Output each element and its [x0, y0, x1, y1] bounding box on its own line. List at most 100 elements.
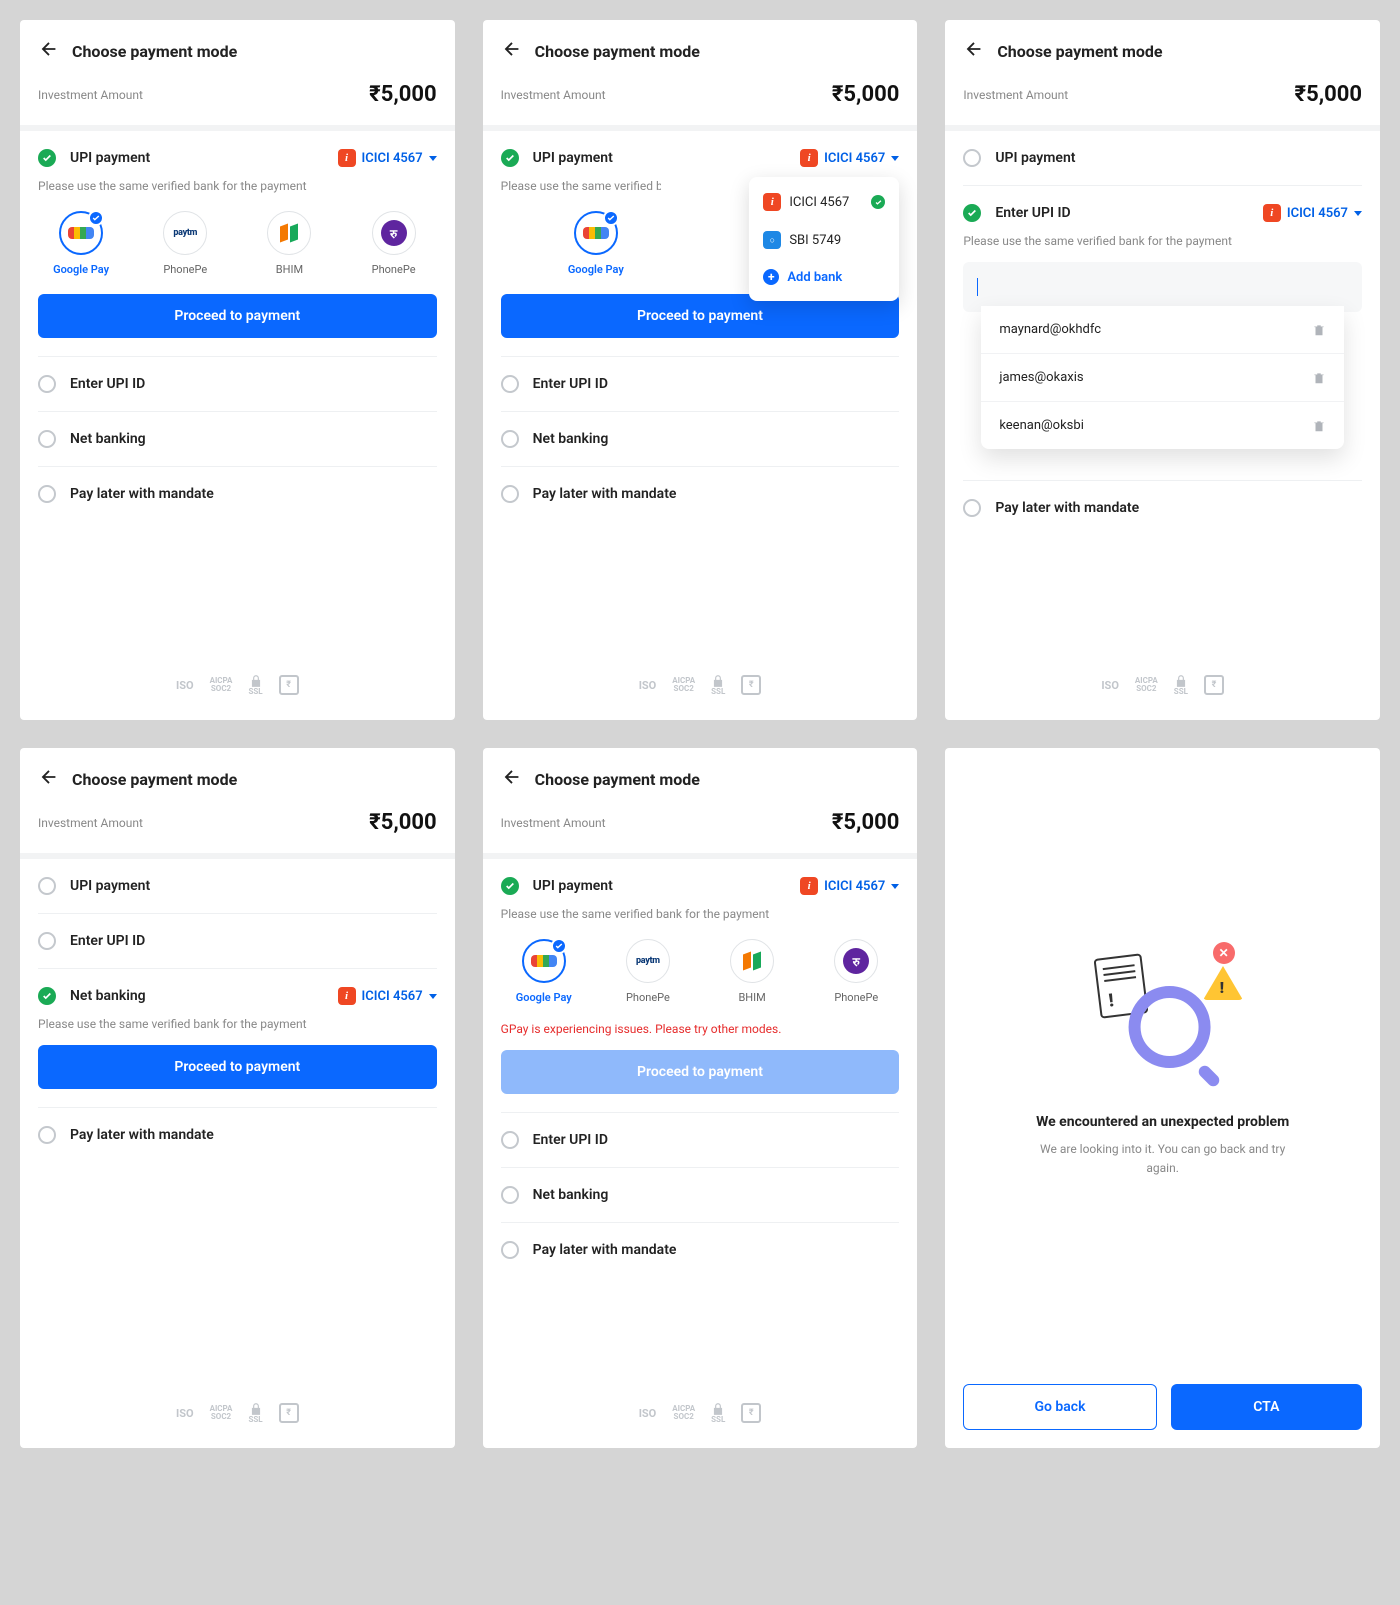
checkmark-icon	[38, 149, 56, 167]
method-upiid[interactable]: Enter UPI ID	[501, 1113, 900, 1168]
bank-selector[interactable]: i ICICI 4567	[800, 877, 899, 895]
cta-button[interactable]: CTA	[1171, 1384, 1362, 1430]
x-icon: ✕	[1213, 942, 1235, 964]
method-upi-title: UPI payment	[70, 150, 150, 166]
upi-app-phonepe2[interactable]: रुPhonePe	[813, 939, 899, 1004]
upi-app-label: BHIM	[276, 263, 303, 276]
add-bank-link[interactable]: + Add bank	[749, 259, 899, 295]
checkmark-icon	[501, 149, 519, 167]
upi-app-gpay[interactable]: Google Pay	[38, 211, 124, 276]
method-netbanking[interactable]: Net banking	[501, 412, 900, 467]
payment-screen-upiid: Choose payment mode Investment Amount ₹5…	[945, 20, 1380, 720]
upi-app-phonepe[interactable]: paytmPhonePe	[605, 939, 691, 1004]
trust-badges: ISO AICPASOC2 SSL ₹	[20, 650, 455, 720]
page-title: Choose payment mode	[535, 42, 700, 61]
bank-selector[interactable]: i ICICI 4567	[338, 987, 437, 1005]
upi-app-phonepe[interactable]: paytm PhonePe	[142, 211, 228, 276]
icici-icon: i	[800, 149, 818, 167]
payment-screen-gpay-error: Choose payment mode Investment Amount ₹5…	[483, 748, 918, 1448]
upi-app-label: Google Pay	[53, 263, 109, 276]
method-netbanking[interactable]: Net banking	[501, 1168, 900, 1223]
chevron-down-icon	[1354, 211, 1362, 216]
magnifier-icon	[1128, 986, 1210, 1068]
iso-badge: ISO	[176, 680, 194, 691]
bank-option-sbi[interactable]: ○ SBI 5749	[749, 221, 899, 259]
amount-value: ₹5,000	[369, 82, 436, 107]
amount-label: Investment Amount	[38, 88, 143, 102]
chevron-down-icon	[891, 156, 899, 161]
proceed-button[interactable]: Proceed to payment	[38, 294, 437, 338]
checkmark-icon	[38, 987, 56, 1005]
proceed-button-disabled: Proceed to payment	[501, 1050, 900, 1094]
method-upiid[interactable]: Enter UPI ID	[501, 357, 900, 412]
sbi-icon: ○	[763, 231, 781, 249]
payment-screen-default: Choose payment mode Investment Amount ₹5…	[20, 20, 455, 720]
method-upi[interactable]: UPI payment	[38, 859, 437, 914]
method-paylater[interactable]: Pay later with mandate	[501, 1223, 900, 1277]
error-title: We encountered an unexpected problem	[1036, 1114, 1289, 1130]
bank-label: ICICI 4567	[362, 151, 423, 166]
trash-icon[interactable]	[1312, 419, 1326, 433]
icici-icon: i	[763, 193, 781, 211]
go-back-button[interactable]: Go back	[963, 1384, 1156, 1430]
trash-icon[interactable]	[1312, 323, 1326, 337]
radio-icon	[38, 485, 56, 503]
back-icon[interactable]	[38, 766, 60, 792]
upi-app-bhim[interactable]: BHIM	[709, 939, 795, 1004]
bank-selector[interactable]: i ICICI 4567	[800, 149, 899, 167]
gpay-icon	[68, 227, 94, 239]
method-netbanking[interactable]: Net banking	[38, 412, 437, 467]
chevron-down-icon	[891, 884, 899, 889]
method-paylater[interactable]: Pay later with mandate	[963, 481, 1362, 535]
radio-icon	[38, 375, 56, 393]
gpay-error-text: GPay is experiencing issues. Please try …	[501, 1022, 900, 1036]
back-icon[interactable]	[501, 766, 523, 792]
paytm-icon: paytm	[173, 228, 197, 238]
method-paylater[interactable]: Pay later with mandate	[38, 1108, 437, 1162]
ssl-badge: SSL	[248, 674, 262, 696]
checkmark-icon	[963, 204, 981, 222]
bank-dropdown: i ICICI 4567 ○ SBI 5749 + Add bank	[749, 177, 899, 301]
bhim-icon	[280, 225, 298, 241]
upi-suggestion[interactable]: maynard@okhdfc	[981, 306, 1344, 354]
payment-screen-dropdown: Choose payment mode Investment Amount ₹5…	[483, 20, 918, 720]
upi-app-gpay[interactable]: Google Pay	[501, 939, 587, 1004]
chevron-down-icon	[429, 156, 437, 161]
upi-app-label: PhonePe	[163, 263, 207, 276]
method-upiid[interactable]: Enter UPI ID	[38, 914, 437, 969]
upi-app-bhim[interactable]: BHIM	[246, 211, 332, 276]
upi-suggestions: maynard@okhdfc james@okaxis keenan@oksbi	[981, 306, 1344, 449]
sebi-badge: ₹	[279, 675, 299, 695]
upi-app-phonepe2[interactable]: रु PhonePe	[351, 211, 437, 276]
icici-icon: i	[338, 149, 356, 167]
upi-suggestion[interactable]: james@okaxis	[981, 354, 1344, 402]
error-subtitle: We are looking into it. You can go back …	[1033, 1140, 1293, 1178]
back-icon[interactable]	[501, 38, 523, 64]
back-icon[interactable]	[38, 38, 60, 64]
radio-icon	[38, 430, 56, 448]
upi-app-gpay[interactable]: Google Pay	[501, 211, 691, 276]
soc2-badge: AICPASOC2	[210, 677, 233, 693]
upi-help-text: Please use the same verified bank for th…	[38, 179, 437, 193]
plus-icon: +	[763, 269, 779, 285]
method-upiid[interactable]: Enter UPI ID	[38, 357, 437, 412]
error-illustration: ✕	[1073, 936, 1253, 1086]
method-paylater[interactable]: Pay later with mandate	[501, 467, 900, 521]
checkmark-icon	[501, 877, 519, 895]
selected-badge-icon	[88, 210, 104, 226]
bank-selector[interactable]: i ICICI 4567	[338, 149, 437, 167]
method-upi[interactable]: UPI payment	[963, 131, 1362, 186]
page-title: Choose payment mode	[72, 42, 237, 61]
phonepe-icon: रु	[381, 220, 407, 246]
upi-id-input[interactable]	[963, 262, 1362, 312]
proceed-button[interactable]: Proceed to payment	[38, 1045, 437, 1089]
checkmark-icon	[871, 195, 885, 209]
upi-suggestion[interactable]: keenan@oksbi	[981, 402, 1344, 449]
trash-icon[interactable]	[1312, 371, 1326, 385]
chevron-down-icon	[429, 994, 437, 999]
bank-option-icici[interactable]: i ICICI 4567	[749, 183, 899, 221]
bank-selector[interactable]: i ICICI 4567	[1263, 204, 1362, 222]
method-paylater[interactable]: Pay later with mandate	[38, 467, 437, 521]
back-icon[interactable]	[963, 38, 985, 64]
upi-app-label: PhonePe	[372, 263, 416, 276]
